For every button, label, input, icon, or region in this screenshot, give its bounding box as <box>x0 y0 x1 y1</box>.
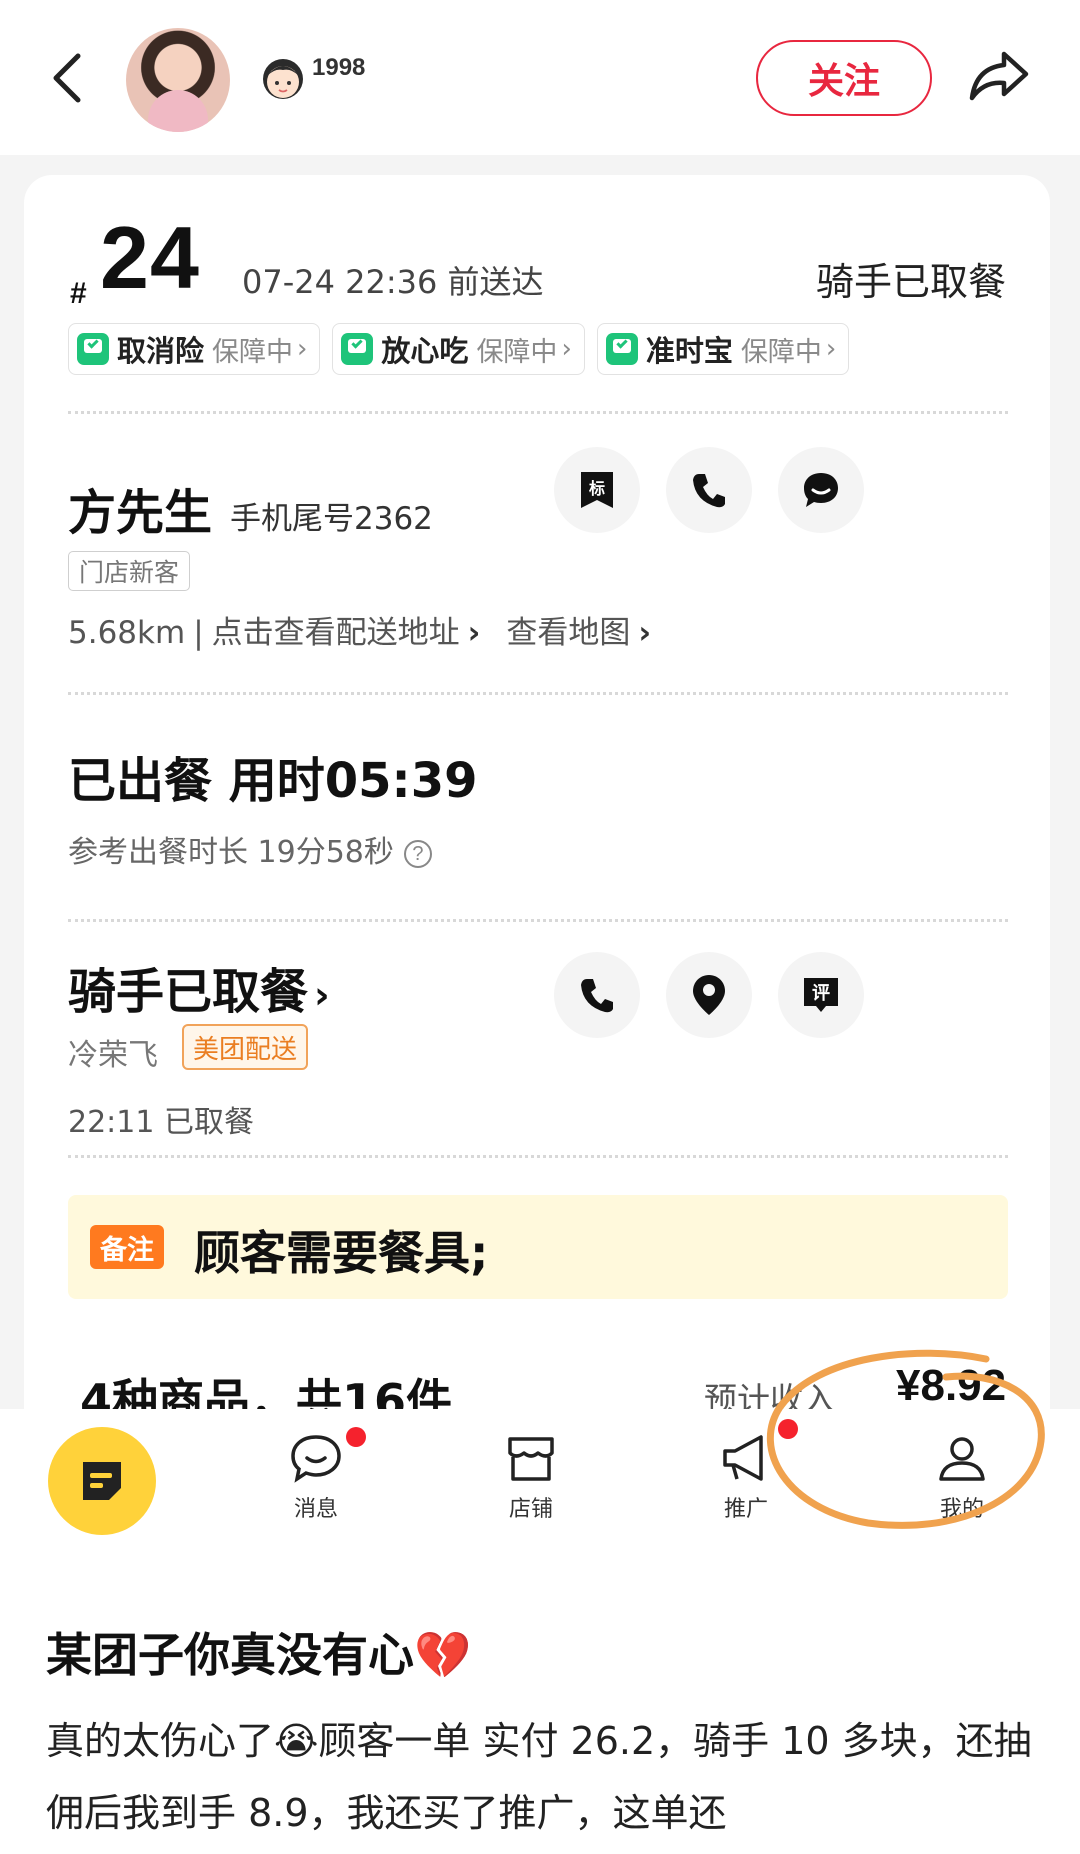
follow-button[interactable]: 关注 <box>756 40 932 116</box>
customer-name: 方先生 <box>68 485 213 541</box>
check-shield-icon <box>77 333 109 365</box>
check-shield-icon <box>605 333 638 365</box>
location-pin-icon <box>693 975 725 1015</box>
note-icon <box>83 1462 121 1500</box>
customer-phone: 手机尾号2362 <box>230 501 433 537</box>
rider-location-button[interactable] <box>666 952 752 1038</box>
nav-label: 店铺 <box>508 1497 553 1522</box>
pickup-time: 22:11 已取餐 <box>68 1105 254 1140</box>
remark-text: 顾客需要餐具; <box>194 1226 489 1280</box>
view-address-link[interactable]: 点击查看配送地址 <box>212 615 460 651</box>
income-value: ¥8.92 <box>896 1361 1007 1410</box>
address-row: 5.68km | 点击查看配送地址 › 查看地图 › <box>68 615 652 651</box>
order-hash: # <box>70 277 87 310</box>
guarantee-tag-safe-eat[interactable]: 放心吃 保障中 › <box>332 323 585 375</box>
chevron-right-icon: › <box>825 334 837 364</box>
meal-ready-title: 已出餐 用时05:39 <box>68 753 478 809</box>
unread-dot <box>778 1419 798 1439</box>
post-header: 1998 关注 <box>0 0 1080 155</box>
review-icon: 评 <box>804 978 838 1012</box>
chevron-right-icon: › <box>561 334 572 364</box>
section-divider <box>68 411 1008 414</box>
svg-text:评: 评 <box>812 983 830 1004</box>
megaphone-icon <box>723 1435 763 1481</box>
phone-icon <box>581 979 613 1013</box>
back-button[interactable] <box>44 48 94 108</box>
view-map-link[interactable]: 查看地图 <box>506 615 630 651</box>
message-customer-button[interactable] <box>778 447 864 533</box>
nav-item-store[interactable]: 店铺 <box>481 1431 581 1523</box>
guarantee-state: 保障中 <box>212 336 294 368</box>
chevron-right-icon: › <box>297 334 308 364</box>
share-arrow-icon <box>969 51 1029 101</box>
message-icon <box>291 1435 341 1483</box>
store-icon <box>508 1437 554 1481</box>
order-card: # 24 07-24 22:36 前送达 骑手已取餐 取消险 保障中 › 放心吃… <box>24 175 1050 1597</box>
girl-emoji-icon <box>263 59 303 99</box>
guarantee-name: 取消险 <box>117 334 205 368</box>
share-button[interactable] <box>966 46 1032 106</box>
nav-label: 推广 <box>723 1497 768 1522</box>
chevron-right-icon: › <box>314 973 330 1017</box>
guarantee-state: 保障中 <box>740 336 822 368</box>
deliver-time: 07-24 22:36 前送达 <box>242 263 544 301</box>
section-divider <box>68 692 1008 695</box>
section-divider <box>68 919 1008 922</box>
chevron-right-icon: › <box>638 615 652 651</box>
post-body: 真的太伤心了😭顾客一单 实付 26.2，骑手 10 多块，还抽佣后我到手 8.9… <box>46 1719 1032 1835</box>
author-username[interactable]: 1998 <box>312 54 365 82</box>
nav-label: 我的 <box>939 1497 984 1522</box>
call-rider-button[interactable] <box>554 952 640 1038</box>
chat-bubble-icon <box>804 473 838 507</box>
rider-name: 冷荣飞 <box>68 1038 158 1073</box>
delivery-distance: 5.68km <box>68 615 186 651</box>
nav-item-promotion[interactable]: 推广 <box>696 1431 796 1523</box>
order-status: 骑手已取餐 <box>815 260 1006 304</box>
nav-label: 消息 <box>293 1497 338 1522</box>
guarantee-name: 放心吃 <box>381 334 469 368</box>
post-content: 某团子你真没有心💔 真的太伤心了😭顾客一单 实付 26.2，骑手 10 多块，还… <box>0 1597 1080 1854</box>
svg-text:标: 标 <box>588 479 605 498</box>
meal-reference-time: 参考出餐时长 19分58秒 <box>68 835 394 870</box>
bottom-nav: 消息 店铺 推广 我的 <box>0 1409 1080 1597</box>
chevron-left-icon <box>53 53 81 103</box>
author-avatar[interactable] <box>126 28 230 132</box>
guarantee-tag-cancel[interactable]: 取消险 保障中 › <box>68 323 321 375</box>
post-title: 某团子你真没有心💔 <box>46 1628 472 1682</box>
guarantee-state: 保障中 <box>476 336 558 368</box>
order-number: 24 <box>100 208 200 307</box>
guarantee-name: 准时宝 <box>645 334 733 368</box>
help-icon[interactable]: ? <box>403 839 432 868</box>
nav-orders-button[interactable] <box>48 1427 156 1535</box>
section-divider <box>68 1155 1008 1158</box>
chevron-right-icon: › <box>467 615 481 651</box>
unread-dot <box>346 1427 366 1447</box>
guarantee-tag-on-time[interactable]: 准时宝 保障中 › <box>596 323 850 375</box>
check-shield-icon <box>341 333 374 365</box>
order-screenshot: # 24 07-24 22:36 前送达 骑手已取餐 取消险 保障中 › 放心吃… <box>0 155 1080 1597</box>
bookmark-tag-icon: 标 <box>581 472 613 508</box>
new-customer-tag: 门店新客 <box>68 551 191 591</box>
rider-status-text: 骑手已取餐 <box>68 964 309 1020</box>
order-remark: 备注 顾客需要餐具; <box>68 1195 1008 1299</box>
mark-customer-button[interactable]: 标 <box>554 447 640 533</box>
remark-tag: 备注 <box>90 1225 164 1269</box>
meal-reference-row: 参考出餐时长 19分58秒? <box>68 827 432 871</box>
call-customer-button[interactable] <box>666 447 752 533</box>
user-icon <box>939 1437 985 1481</box>
phone-icon <box>693 474 725 508</box>
nav-item-mine[interactable]: 我的 <box>912 1431 1012 1523</box>
rider-status-title[interactable]: 骑手已取餐 › <box>68 952 330 1022</box>
guarantee-tags: 取消险 保障中 › 放心吃 保障中 › 准时宝 保障中 › <box>68 323 850 375</box>
delivery-service-tag: 美团配送 <box>182 1024 309 1070</box>
review-rider-button[interactable]: 评 <box>778 952 864 1038</box>
